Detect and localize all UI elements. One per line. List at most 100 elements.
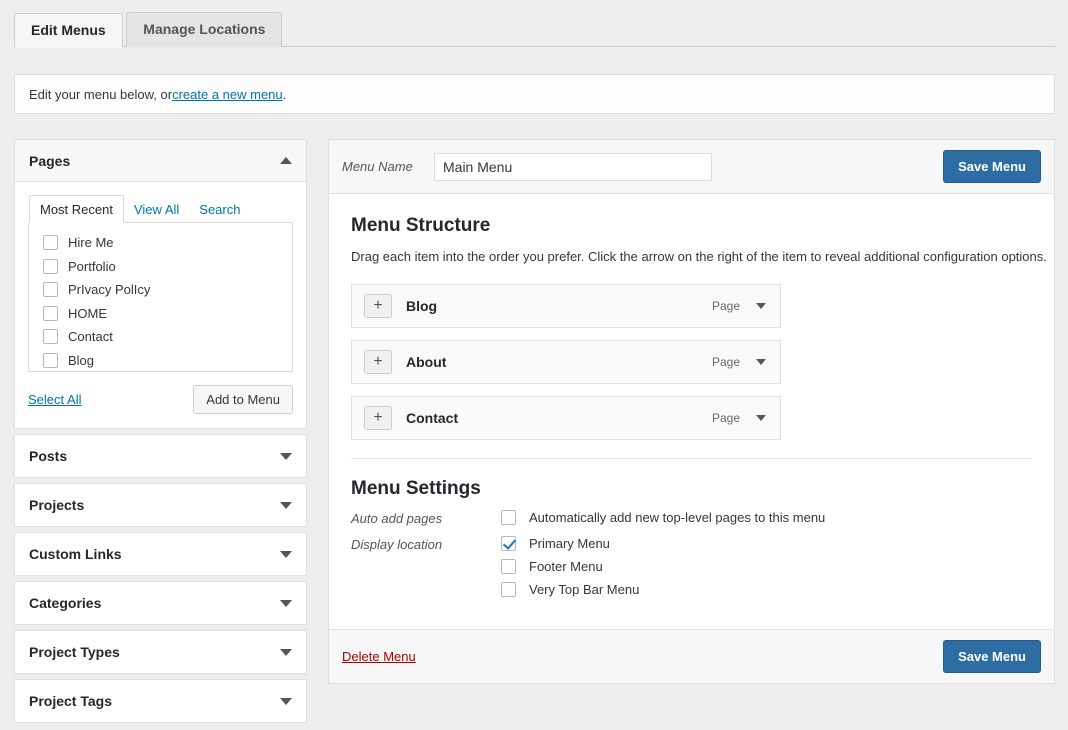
- list-item[interactable]: Hire Me: [29, 231, 292, 255]
- chevron-down-icon[interactable]: [756, 359, 766, 365]
- page-checkbox[interactable]: [43, 282, 58, 297]
- auto-add-pages-row: Auto add pages Automatically add new top…: [351, 510, 1032, 526]
- panel-title-pages: Pages: [29, 153, 70, 169]
- plus-icon[interactable]: +: [364, 294, 392, 318]
- panel-project-types: Project Types: [14, 630, 307, 674]
- add-to-menu-button[interactable]: Add to Menu: [193, 385, 293, 414]
- panel-projects: Projects: [14, 483, 307, 527]
- table-row[interactable]: + Contact Page: [351, 396, 781, 440]
- list-item[interactable]: Contact: [29, 325, 292, 349]
- tab-bar: Edit Menus Manage Locations: [14, 12, 1055, 47]
- menu-editor-footer: Delete Menu Save Menu: [329, 629, 1054, 683]
- display-location-options: Primary Menu Footer Menu Very Top Bar Me…: [501, 536, 639, 597]
- save-menu-button-bottom[interactable]: Save Menu: [943, 640, 1041, 673]
- plus-icon[interactable]: +: [364, 350, 392, 374]
- list-item[interactable]: HOME: [29, 302, 292, 326]
- pages-subtabs: Most Recent View All Search: [29, 195, 293, 222]
- display-location-label: Display location: [351, 536, 501, 552]
- notice-text-before: Edit your menu below, or: [29, 87, 172, 102]
- caret-down-icon[interactable]: [280, 600, 292, 607]
- panel-title-projects: Projects: [29, 497, 84, 513]
- panel-custom-links: Custom Links: [14, 532, 307, 576]
- chevron-down-icon[interactable]: [756, 415, 766, 421]
- list-item[interactable]: PrIvacy PolIcy: [29, 278, 292, 302]
- menu-item-type: Page: [712, 411, 740, 425]
- menu-structure-description: Drag each item into the order you prefer…: [351, 247, 1051, 267]
- menu-name-label: Menu Name: [342, 159, 434, 174]
- subtab-search[interactable]: Search: [189, 196, 250, 222]
- save-menu-button-top[interactable]: Save Menu: [943, 150, 1041, 183]
- subtab-view-all[interactable]: View All: [124, 196, 189, 222]
- menu-item-title: Contact: [406, 410, 458, 426]
- panel-project-tags: Project Tags: [14, 679, 307, 723]
- caret-down-icon[interactable]: [280, 551, 292, 558]
- panel-header-categories[interactable]: Categories: [15, 582, 306, 624]
- create-new-menu-link[interactable]: create a new menu: [172, 87, 283, 102]
- panel-header-projects[interactable]: Projects: [15, 484, 306, 526]
- notice-text-after: .: [283, 87, 287, 102]
- panel-header-project-tags[interactable]: Project Tags: [15, 680, 306, 722]
- footer-menu-label: Footer Menu: [529, 559, 603, 574]
- page-checkbox[interactable]: [43, 235, 58, 250]
- menu-item-title: Blog: [406, 298, 437, 314]
- page-label: PrIvacy PolIcy: [68, 282, 150, 297]
- auto-add-pages-label: Auto add pages: [351, 510, 501, 526]
- caret-down-icon[interactable]: [280, 649, 292, 656]
- very-top-bar-menu-label: Very Top Bar Menu: [529, 582, 639, 597]
- page-checkbox[interactable]: [43, 306, 58, 321]
- caret-down-icon[interactable]: [280, 698, 292, 705]
- panel-header-project-types[interactable]: Project Types: [15, 631, 306, 673]
- menu-item-type: Page: [712, 299, 740, 313]
- auto-add-pages-option-label: Automatically add new top-level pages to…: [529, 510, 825, 525]
- table-row[interactable]: + About Page: [351, 340, 781, 384]
- very-top-bar-menu-checkbox[interactable]: [501, 582, 516, 597]
- menu-settings-section: Menu Settings Auto add pages Automatical…: [351, 459, 1032, 629]
- menu-structure-section: Menu Structure Drag each item into the o…: [329, 194, 1054, 629]
- chevron-down-icon[interactable]: [756, 303, 766, 309]
- panel-body-pages: Most Recent View All Search Hire Me Port…: [15, 182, 306, 428]
- panel-title-custom-links: Custom Links: [29, 546, 122, 562]
- page-label: Contact: [68, 329, 113, 344]
- menu-item-list: + Blog Page + About Page + Contact Page: [351, 284, 781, 440]
- page-checkbox[interactable]: [43, 259, 58, 274]
- panel-categories: Categories: [14, 581, 307, 625]
- tab-edit-menus[interactable]: Edit Menus: [14, 13, 123, 48]
- pages-list-actions: Select All Add to Menu: [28, 385, 293, 414]
- auto-add-pages-option[interactable]: Automatically add new top-level pages to…: [501, 510, 825, 525]
- pages-checkbox-list[interactable]: Hire Me Portfolio PrIvacy PolIcy HOME Co…: [28, 222, 293, 372]
- panel-posts: Posts: [14, 434, 307, 478]
- page-checkbox[interactable]: [43, 329, 58, 344]
- menu-settings-title: Menu Settings: [351, 478, 1032, 500]
- caret-up-icon[interactable]: [280, 157, 292, 164]
- menu-name-bar: Menu Name Save Menu: [329, 140, 1054, 194]
- panel-title-posts: Posts: [29, 448, 67, 464]
- plus-icon[interactable]: +: [364, 406, 392, 430]
- display-location-option-primary[interactable]: Primary Menu: [501, 536, 639, 551]
- list-item[interactable]: Blog: [29, 349, 292, 373]
- caret-down-icon[interactable]: [280, 502, 292, 509]
- primary-menu-checkbox[interactable]: [501, 536, 516, 551]
- footer-menu-checkbox[interactable]: [501, 559, 516, 574]
- menu-name-input[interactable]: [434, 153, 712, 181]
- tab-manage-locations[interactable]: Manage Locations: [126, 12, 282, 47]
- display-location-option-very-top-bar[interactable]: Very Top Bar Menu: [501, 582, 639, 597]
- panel-header-pages[interactable]: Pages: [15, 140, 306, 182]
- list-item[interactable]: Portfolio: [29, 255, 292, 279]
- auto-add-pages-checkbox[interactable]: [501, 510, 516, 525]
- main-panel: Menu Name Save Menu Menu Structure Drag …: [328, 139, 1055, 684]
- edit-menu-notice: Edit your menu below, or create a new me…: [14, 74, 1055, 114]
- panel-title-project-tags: Project Tags: [29, 693, 112, 709]
- panel-header-custom-links[interactable]: Custom Links: [15, 533, 306, 575]
- select-all-link[interactable]: Select All: [28, 392, 81, 407]
- delete-menu-link[interactable]: Delete Menu: [342, 649, 416, 664]
- panel-header-posts[interactable]: Posts: [15, 435, 306, 477]
- subtab-most-recent[interactable]: Most Recent: [29, 195, 124, 223]
- display-location-option-footer[interactable]: Footer Menu: [501, 559, 639, 574]
- panel-title-categories: Categories: [29, 595, 101, 611]
- page-checkbox[interactable]: [43, 353, 58, 368]
- panel-pages: Pages Most Recent View All Search Hire M…: [14, 139, 307, 429]
- caret-down-icon[interactable]: [280, 453, 292, 460]
- page-label: HOME: [68, 306, 107, 321]
- page-label: Hire Me: [68, 235, 114, 250]
- table-row[interactable]: + Blog Page: [351, 284, 781, 328]
